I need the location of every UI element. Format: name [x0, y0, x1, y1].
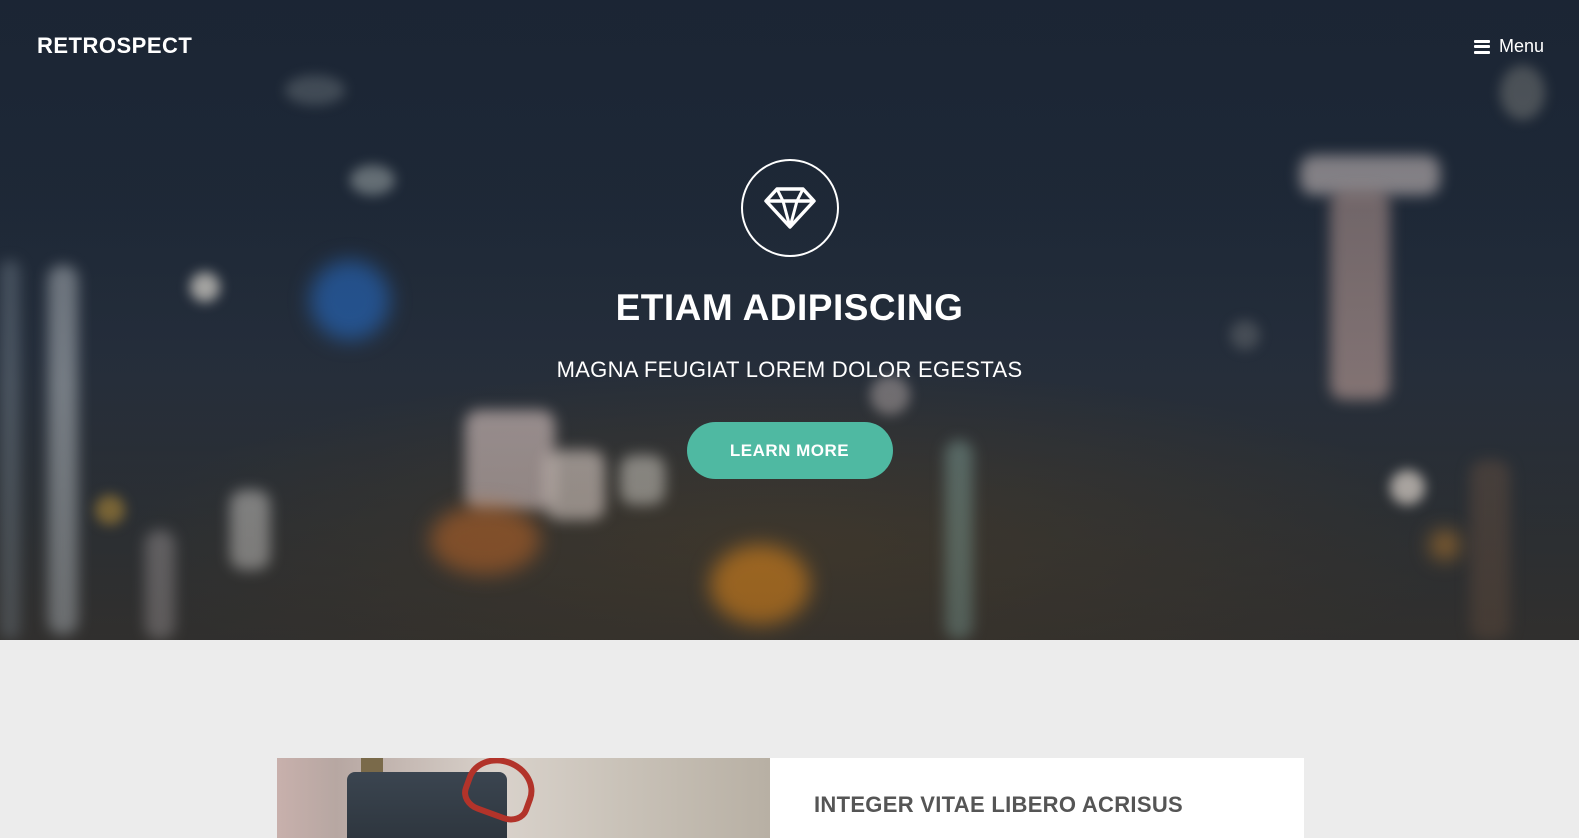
hero-title: ETIAM ADIPISCING: [615, 287, 964, 328]
hero-subtitle: MAGNA FEUGIAT LOREM DOLOR EGESTAS: [556, 357, 1023, 382]
learn-more-button[interactable]: LEARN MORE: [686, 422, 893, 479]
feature-image: [277, 758, 770, 838]
hero-content: ETIAM ADIPISCING MAGNA FEUGIAT LOREM DOL…: [0, 159, 1579, 479]
site-logo[interactable]: RETROSPECT: [37, 33, 192, 59]
menu-label: Menu: [1498, 36, 1544, 56]
diamond-icon: [763, 187, 816, 229]
hero-banner: RETROSPECT Menu ETIAM ADIPISCING MAGNA F…: [0, 0, 1579, 640]
menu-button[interactable]: Menu: [1473, 36, 1544, 57]
feature-card: INTEGER VITAE LIBERO ACRISUS: [277, 758, 1304, 838]
diamond-badge: [740, 159, 839, 257]
hamburger-icon: [1473, 39, 1490, 54]
feature-card-title: INTEGER VITAE LIBERO ACRISUS: [814, 792, 1183, 817]
